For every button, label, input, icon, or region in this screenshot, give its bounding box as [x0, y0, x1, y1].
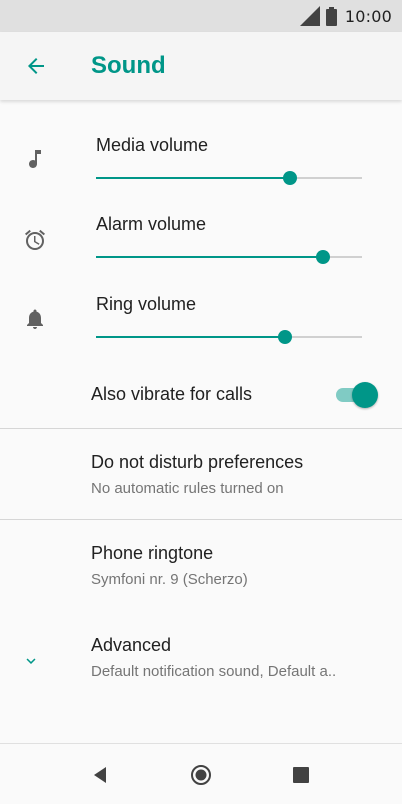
media-volume-label: Media volume [96, 135, 209, 155]
do-not-disturb-row[interactable]: Do not disturb preferences No automatic … [0, 429, 402, 509]
sound-settings-list: Media volume Alarm volume Ring volume Al… [0, 100, 402, 743]
status-bar: 10:00 [0, 0, 402, 32]
dnd-title: Do not disturb preferences [91, 452, 304, 472]
nav-recents-icon[interactable] [290, 764, 312, 786]
app-bar: Sound [0, 32, 402, 100]
music-note-icon [29, 150, 41, 168]
nav-back-icon[interactable] [90, 764, 112, 786]
back-arrow-icon[interactable] [24, 54, 48, 78]
ring-volume-label: Ring volume [96, 294, 197, 314]
media-volume-slider[interactable] [96, 168, 362, 188]
phone-ringtone-row[interactable]: Phone ringtone Symfoni nr. 9 (Scherzo) [0, 520, 402, 600]
alarm-clock-icon [25, 229, 45, 250]
vibrate-for-calls-row[interactable]: Also vibrate for calls [0, 370, 402, 422]
ring-volume-slider[interactable] [96, 327, 362, 347]
advanced-title: Advanced [91, 635, 172, 655]
bell-icon [27, 309, 43, 329]
alarm-volume-label: Alarm volume [96, 214, 207, 234]
slider-fill [96, 336, 285, 338]
nav-home-icon[interactable] [190, 764, 212, 786]
dnd-subtitle: No automatic rules turned on [91, 480, 284, 497]
vibrate-toggle[interactable] [336, 382, 378, 408]
ringtone-subtitle: Symfoni nr. 9 (Scherzo) [91, 571, 248, 588]
slider-thumb[interactable] [316, 250, 331, 264]
page-title: Sound [91, 52, 166, 79]
status-time: 10:00 [344, 6, 392, 26]
chevron-down-icon [26, 658, 36, 664]
slider-thumb[interactable] [277, 330, 292, 344]
alarm-volume-slider[interactable] [96, 247, 362, 267]
signal-icon [299, 6, 320, 26]
advanced-subtitle: Default notification sound, Default a.. [91, 663, 337, 680]
slider-fill [96, 177, 291, 179]
advanced-row[interactable]: Advanced Default notification sound, Def… [0, 612, 402, 692]
vibrate-for-calls-label: Also vibrate for calls [91, 384, 253, 404]
toggle-thumb [352, 382, 378, 408]
slider-thumb[interactable] [283, 171, 298, 185]
ringtone-title: Phone ringtone [91, 543, 214, 563]
slider-fill [96, 256, 324, 258]
battery-icon [325, 6, 337, 26]
navigation-bar [0, 743, 402, 804]
